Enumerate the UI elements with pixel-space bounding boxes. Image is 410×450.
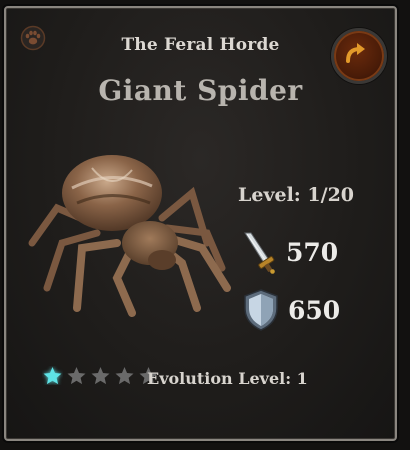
shield-icon: [244, 289, 278, 331]
evolution-level: Evolution Level: 1: [147, 369, 308, 388]
share-button[interactable]: [331, 28, 387, 84]
evolution-stars: [42, 366, 159, 385]
sword-icon: [244, 232, 275, 274]
defense-value: 650: [288, 295, 341, 325]
star-empty-icon: [67, 367, 86, 385]
attack-value: 570: [286, 237, 339, 267]
defense-stat: 650: [242, 288, 340, 332]
star-empty-icon: [91, 367, 110, 385]
curved-arrow-icon: [346, 43, 365, 63]
creature-name: Giant Spider: [98, 74, 303, 107]
giant-spider-illustration: [28, 155, 231, 317]
star-filled-icon: [43, 367, 62, 385]
level-indicator: Level: 1/20: [238, 184, 355, 206]
attack-stat: 570: [242, 230, 338, 274]
creature-card: The Feral Horde Giant Spider Level: 1/20…: [4, 6, 397, 441]
star-empty-icon: [115, 367, 134, 385]
